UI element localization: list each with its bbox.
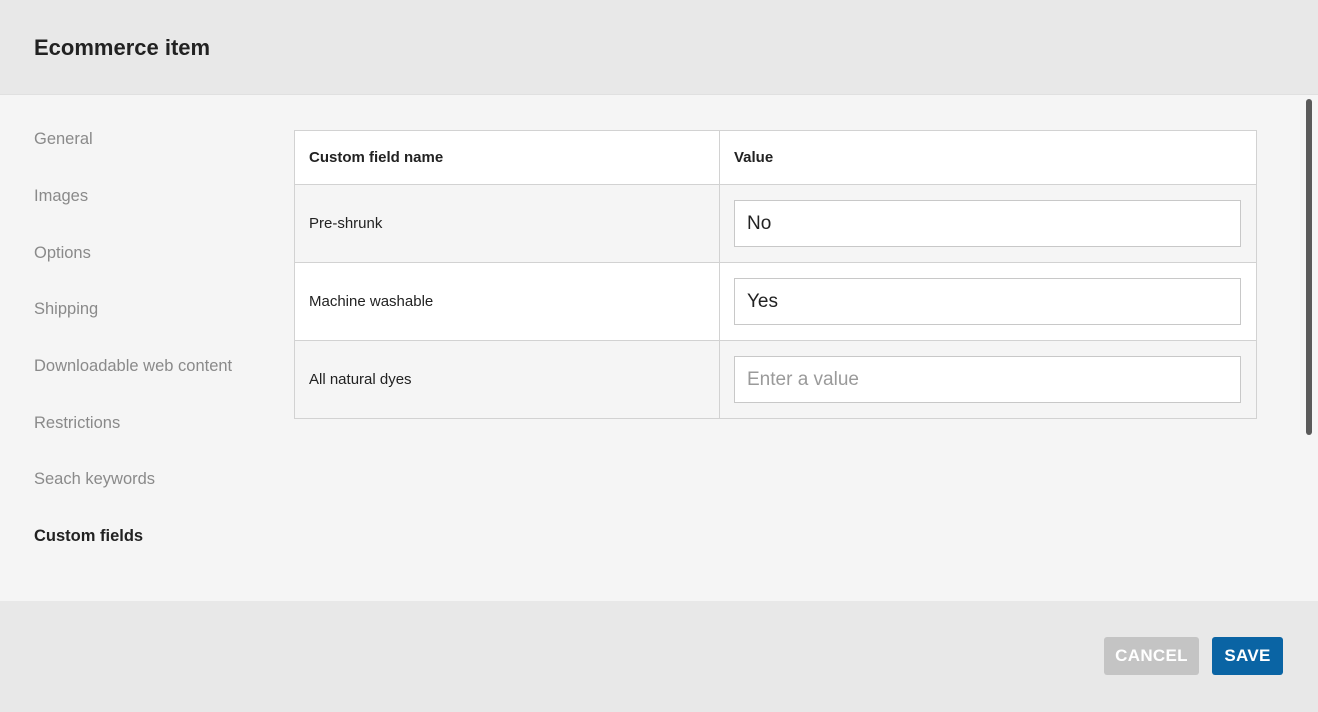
nav-item-search-keywords[interactable]: Seach keywords	[34, 470, 155, 489]
custom-fields-table: Custom field name Value Pre-shrunk Machi…	[294, 130, 1257, 419]
cancel-button[interactable]: CANCEL	[1104, 637, 1199, 675]
nav-item-shipping[interactable]: Shipping	[34, 300, 98, 319]
field-value-cell	[719, 184, 1257, 263]
save-button[interactable]: SAVE	[1212, 637, 1283, 675]
field-name-cell: Pre-shrunk	[294, 184, 720, 263]
field-value-input[interactable]	[734, 356, 1241, 403]
field-value-cell	[719, 262, 1257, 341]
table-row: Machine washable	[294, 262, 1257, 341]
nav-item-options[interactable]: Options	[34, 244, 91, 263]
column-header-value: Value	[719, 130, 1257, 185]
dialog-title: Ecommerce item	[34, 35, 211, 60]
table-row: Pre-shrunk	[294, 184, 1257, 263]
table-row: All natural dyes	[294, 340, 1257, 419]
nav-item-general[interactable]: General	[34, 130, 93, 149]
column-header-name: Custom field name	[294, 130, 720, 185]
vertical-scrollbar[interactable]	[1306, 99, 1312, 435]
table-header-row: Custom field name Value	[294, 130, 1257, 185]
dialog-body: General Images Options Shipping Download…	[0, 95, 1318, 601]
field-value-input[interactable]	[734, 278, 1241, 325]
nav-item-images[interactable]: Images	[34, 187, 88, 206]
field-value-cell	[719, 340, 1257, 419]
nav-item-restrictions[interactable]: Restrictions	[34, 414, 120, 433]
field-name-cell: Machine washable	[294, 262, 720, 341]
dialog-footer: CANCEL SAVE	[0, 601, 1318, 712]
field-name-cell: All natural dyes	[294, 340, 720, 419]
nav-item-downloadable-web-content[interactable]: Downloadable web content	[34, 357, 232, 376]
side-nav: General Images Options Shipping Download…	[0, 95, 280, 601]
dialog-header: Ecommerce item	[0, 0, 1318, 95]
field-value-input[interactable]	[734, 200, 1241, 247]
nav-item-custom-fields[interactable]: Custom fields	[34, 527, 143, 546]
